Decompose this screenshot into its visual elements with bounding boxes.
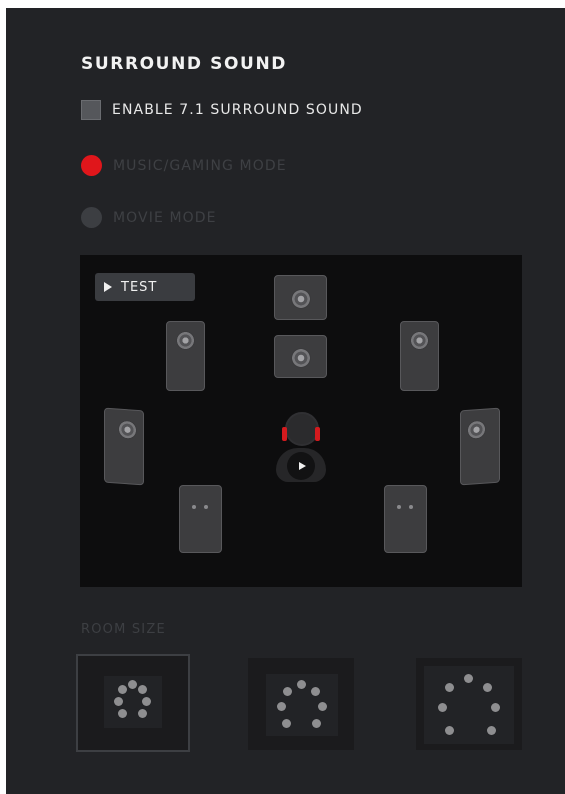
speaker-front-left[interactable] bbox=[166, 321, 205, 391]
speaker-stage: TEST bbox=[80, 255, 522, 587]
speaker-dot-icon bbox=[118, 709, 127, 718]
speaker-cone-icon bbox=[118, 419, 137, 440]
speaker-dot-icon bbox=[138, 685, 147, 694]
listener-play-button[interactable] bbox=[287, 452, 315, 480]
speaker-dot-icon bbox=[311, 687, 320, 696]
movie-mode-radio[interactable] bbox=[81, 207, 102, 228]
speaker-dot-icon bbox=[487, 726, 496, 735]
listener-head-icon bbox=[285, 412, 319, 446]
room-size-medium[interactable] bbox=[248, 658, 354, 750]
music-gaming-mode-label: MUSIC/GAMING MODE bbox=[113, 157, 287, 174]
speaker-side-right[interactable] bbox=[460, 407, 500, 486]
speaker-dot-icon bbox=[464, 674, 473, 683]
movie-mode-option[interactable]: MOVIE MODE bbox=[81, 207, 217, 228]
speaker-led-icon bbox=[397, 505, 401, 509]
headphone-left-cup-icon bbox=[282, 427, 287, 441]
speaker-rear-right[interactable] bbox=[384, 485, 427, 553]
music-gaming-mode-option[interactable]: MUSIC/GAMING MODE bbox=[81, 155, 287, 176]
headphone-right-cup-icon bbox=[315, 427, 320, 441]
speaker-dot-icon bbox=[138, 709, 147, 718]
speaker-dot-icon bbox=[282, 719, 291, 728]
speaker-subwoofer[interactable] bbox=[274, 335, 327, 378]
play-icon bbox=[104, 282, 112, 292]
speaker-dot-icon bbox=[483, 683, 492, 692]
speaker-led-icon bbox=[204, 505, 208, 509]
enable-surround-label: ENABLE 7.1 SURROUND SOUND bbox=[112, 102, 363, 118]
room-area bbox=[424, 666, 514, 744]
test-button-label: TEST bbox=[121, 279, 158, 295]
music-gaming-mode-radio[interactable] bbox=[81, 155, 102, 176]
listener-figure bbox=[273, 412, 329, 488]
speaker-dot-icon bbox=[445, 683, 454, 692]
speaker-led-icon bbox=[409, 505, 413, 509]
enable-surround-checkbox[interactable] bbox=[81, 100, 101, 120]
speaker-cone-icon bbox=[291, 348, 311, 368]
test-button[interactable]: TEST bbox=[95, 273, 195, 301]
speaker-dot-icon bbox=[283, 687, 292, 696]
speaker-rear-left[interactable] bbox=[179, 485, 222, 553]
room-area bbox=[104, 676, 162, 728]
speaker-dot-icon bbox=[118, 685, 127, 694]
speaker-dot-icon bbox=[445, 726, 454, 735]
speaker-dot-icon bbox=[438, 703, 447, 712]
speaker-cone-icon bbox=[291, 289, 311, 309]
room-size-small[interactable] bbox=[76, 654, 190, 752]
speaker-dot-icon bbox=[491, 703, 500, 712]
speaker-dot-icon bbox=[297, 680, 306, 689]
speaker-cone-icon bbox=[176, 331, 195, 350]
room-area bbox=[266, 674, 338, 736]
enable-surround-row[interactable]: ENABLE 7.1 SURROUND SOUND bbox=[81, 100, 363, 120]
speaker-dot-icon bbox=[142, 697, 151, 706]
surround-sound-panel: SURROUND SOUND ENABLE 7.1 SURROUND SOUND… bbox=[6, 8, 565, 794]
speaker-side-left[interactable] bbox=[104, 407, 144, 486]
speaker-dot-icon bbox=[318, 702, 327, 711]
room-size-large[interactable] bbox=[416, 658, 522, 750]
speaker-dot-icon bbox=[128, 680, 137, 689]
speaker-dot-icon bbox=[312, 719, 321, 728]
speaker-front-right[interactable] bbox=[400, 321, 439, 391]
section-title: SURROUND SOUND bbox=[81, 54, 287, 74]
room-size-label: ROOM SIZE bbox=[81, 622, 166, 637]
speaker-dot-icon bbox=[114, 697, 123, 706]
speaker-center[interactable] bbox=[274, 275, 327, 320]
speaker-cone-icon bbox=[410, 331, 429, 350]
play-icon bbox=[298, 462, 306, 470]
speaker-dot-icon bbox=[277, 702, 286, 711]
speaker-cone-icon bbox=[467, 419, 486, 440]
speaker-led-icon bbox=[192, 505, 196, 509]
movie-mode-label: MOVIE MODE bbox=[113, 209, 217, 226]
